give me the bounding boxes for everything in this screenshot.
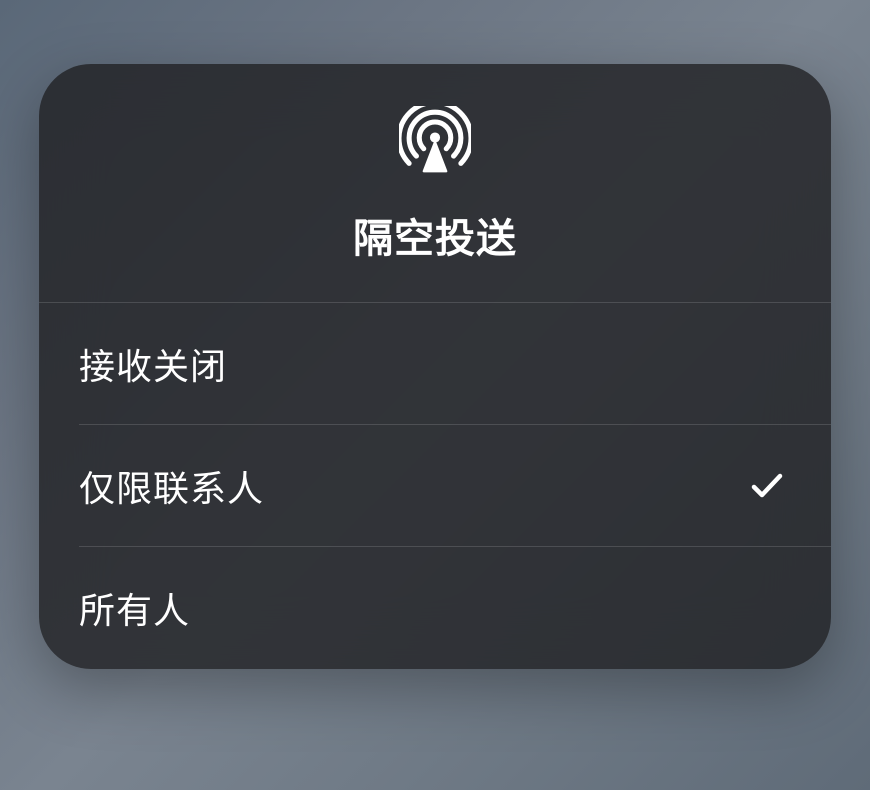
- option-contacts-only[interactable]: 仅限联系人: [39, 425, 831, 547]
- checkmark-icon: [747, 466, 787, 506]
- option-everyone[interactable]: 所有人: [39, 547, 831, 669]
- option-label: 接收关闭: [79, 338, 227, 390]
- option-label: 仅限联系人: [79, 460, 264, 512]
- modal-title: 隔空投送: [353, 206, 517, 264]
- option-label: 所有人: [79, 582, 190, 634]
- modal-header: 隔空投送: [39, 64, 831, 303]
- option-receiving-off[interactable]: 接收关闭: [39, 303, 831, 425]
- airdrop-icon: [399, 106, 471, 178]
- airdrop-settings-modal: 隔空投送 接收关闭 仅限联系人 所有人: [39, 64, 831, 669]
- options-list: 接收关闭 仅限联系人 所有人: [39, 303, 831, 669]
